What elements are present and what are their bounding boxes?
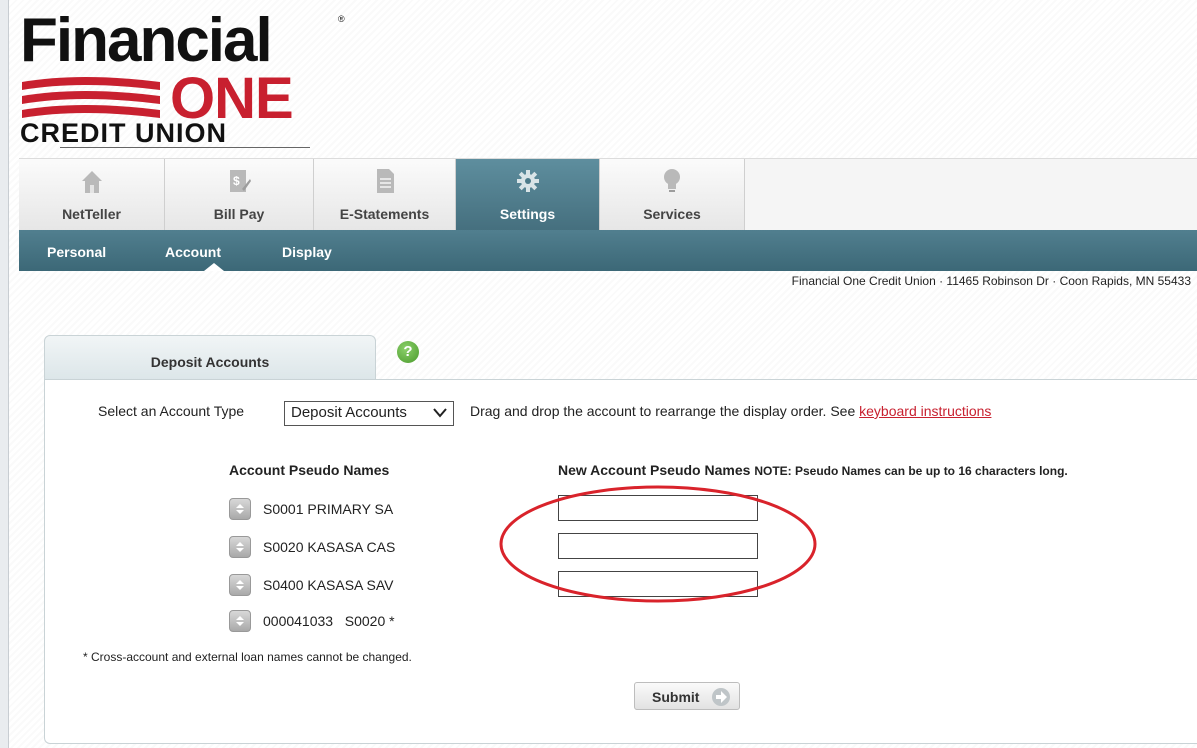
tab-label: NetTeller [62,206,121,222]
account-name: 000041033 S0020 * [263,613,395,629]
subnav-account[interactable]: Account [165,244,221,260]
tab-bar-filler [745,159,1197,231]
logo-underline [60,147,310,148]
tab-label: Services [643,206,701,222]
chevron-down-icon [433,408,447,418]
subnav-display[interactable]: Display [282,244,332,260]
home-icon [81,171,102,193]
pseudo-name-length-note: NOTE: Pseudo Names can be up to 16 chara… [754,464,1068,478]
account-type-label: Select an Account Type [98,403,245,419]
drag-instructions-text: Drag and drop the account to rearrange t… [470,403,860,419]
main-tab-bar: NetTeller $ Bill Pay E-Statements Settin… [19,158,1197,231]
drag-handle-icon[interactable] [229,536,251,558]
logo-credit-union-text: CREDIT UNION [20,118,227,148]
bank-logo[interactable]: Financial ® ONE CREDIT UNION [20,10,350,150]
drag-instructions: Drag and drop the account to rearrange t… [470,403,991,419]
arrow-right-icon [712,688,730,706]
account-type-select[interactable]: Deposit Accounts [284,401,454,426]
logo-financial-text: Financial [20,6,273,75]
account-name: S0020 KASASA CAS [263,539,396,555]
bill-pay-icon: $ [230,170,251,192]
tab-label: Settings [499,206,556,222]
new-pseudo-names-title: New Account Pseudo Names [558,462,751,478]
lightbulb-icon [664,169,680,192]
drag-handle-icon[interactable] [229,574,251,596]
keyboard-instructions-link[interactable]: keyboard instructions [859,403,991,419]
subnav-personal[interactable]: Personal [47,244,106,260]
active-subnav-indicator [204,263,224,271]
help-icon[interactable]: ? [397,341,419,363]
tab-netteller[interactable]: NetTeller [19,159,165,231]
document-icon [376,169,394,193]
deposit-accounts-tab[interactable]: Deposit Accounts [44,335,376,380]
account-type-value: Deposit Accounts [291,404,407,421]
window-edge [8,0,9,748]
tab-services[interactable]: Services [600,159,745,231]
tab-label: E-Statements [339,206,430,222]
new-pseudo-name-input[interactable] [558,571,758,597]
new-pseudo-name-input[interactable] [558,533,758,559]
submit-button[interactable]: Submit [634,682,740,710]
account-name: S0001 PRIMARY SA [263,501,394,517]
gear-icon [516,170,539,192]
svg-text:$: $ [233,174,240,188]
drag-handle-icon[interactable] [229,498,251,520]
sub-navigation: Personal Account Display [19,230,1197,271]
cross-account-footnote: * Cross-account and external loan names … [83,650,412,664]
pseudo-names-header: Account Pseudo Names [229,462,390,478]
new-pseudo-names-header: New Account Pseudo Names NOTE: Pseudo Na… [558,462,1068,478]
submit-label: Submit [652,689,700,705]
tab-e-statements[interactable]: E-Statements [314,159,456,231]
drag-handle-icon[interactable] [229,610,251,632]
new-pseudo-name-input[interactable] [558,495,758,521]
account-name: S0400 KASASA SAV [263,577,394,593]
institution-address: Financial One Credit Union · 11465 Robin… [791,274,1191,288]
account-names-panel [44,379,1197,744]
tab-settings[interactable]: Settings [456,159,600,231]
panel-tab-label: Deposit Accounts [150,354,270,370]
tab-bill-pay[interactable]: $ Bill Pay [165,159,314,231]
logo-registered-mark: ® [338,14,345,24]
tab-label: Bill Pay [213,206,265,222]
